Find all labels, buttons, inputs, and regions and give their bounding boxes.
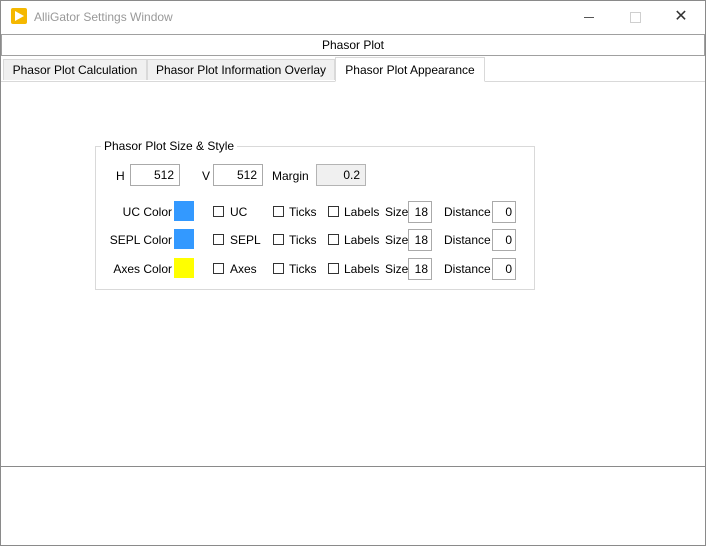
sepl-labels-checkbox[interactable] xyxy=(328,234,339,245)
section-header-phasor-plot: Phasor Plot xyxy=(1,34,705,56)
uc-checkbox-label: UC xyxy=(230,205,248,219)
alligator-app-icon xyxy=(11,8,27,24)
uc-size-label: Size xyxy=(385,205,409,219)
v-label: V xyxy=(202,169,211,183)
sepl-distance-input[interactable]: 0 xyxy=(492,229,516,251)
title-bar[interactable]: AlliGator Settings Window ✕ xyxy=(1,1,705,33)
sepl-size-input[interactable]: 18 xyxy=(408,229,432,251)
uc-checkbox[interactable] xyxy=(213,206,224,217)
window-title: AlliGator Settings Window xyxy=(34,10,173,24)
tab-strip: Phasor Plot Calculation Phasor Plot Info… xyxy=(1,57,705,82)
settings-window: AlliGator Settings Window ✕ Phasor Plot … xyxy=(0,0,706,546)
axes-ticks-checkbox[interactable] xyxy=(273,263,284,274)
minimize-icon xyxy=(584,16,594,18)
uc-color-label: UC Color xyxy=(122,205,172,219)
sepl-color-label: SEPL Color xyxy=(109,233,172,247)
sepl-checkbox-label: SEPL xyxy=(230,233,261,247)
uc-ticks-label: Ticks xyxy=(289,205,317,219)
margin-label: Margin xyxy=(272,169,309,183)
uc-size-input[interactable]: 18 xyxy=(408,201,432,223)
axes-distance-input[interactable]: 0 xyxy=(492,258,516,280)
panel-divider xyxy=(1,466,705,467)
axes-ticks-label: Ticks xyxy=(289,262,317,276)
minimize-button[interactable] xyxy=(566,1,612,33)
tab-label: Phasor Plot Appearance xyxy=(345,62,475,77)
axes-checkbox-label: Axes xyxy=(230,262,257,276)
close-button[interactable]: ✕ xyxy=(658,1,704,33)
tab-label: Phasor Plot Calculation xyxy=(12,63,138,77)
h-size-input[interactable]: 512 xyxy=(130,164,180,186)
uc-labels-label: Labels xyxy=(344,205,380,219)
h-label: H xyxy=(116,169,125,183)
uc-labels-checkbox[interactable] xyxy=(328,206,339,217)
close-icon: ✕ xyxy=(674,8,688,25)
tab-label: Phasor Plot Information Overlay xyxy=(155,63,327,77)
tab-phasor-plot-calculation[interactable]: Phasor Plot Calculation xyxy=(3,59,147,80)
axes-checkbox[interactable] xyxy=(213,263,224,274)
sepl-ticks-label: Ticks xyxy=(289,233,317,247)
section-header-label: Phasor Plot xyxy=(321,38,385,52)
axes-color-label: Axes Color xyxy=(113,262,172,276)
maximize-button[interactable] xyxy=(612,1,658,33)
sepl-distance-label: Distance xyxy=(444,233,491,247)
uc-distance-label: Distance xyxy=(444,205,491,219)
sepl-size-label: Size xyxy=(385,233,409,247)
axes-distance-label: Distance xyxy=(444,262,491,276)
maximize-icon xyxy=(629,11,641,23)
sepl-labels-label: Labels xyxy=(344,233,380,247)
v-size-input[interactable]: 512 xyxy=(213,164,263,186)
tab-phasor-plot-appearance[interactable]: Phasor Plot Appearance xyxy=(335,57,485,82)
margin-input[interactable]: 0.2 xyxy=(316,164,366,186)
sepl-color-swatch[interactable] xyxy=(174,229,194,249)
tab-phasor-plot-information-overlay[interactable]: Phasor Plot Information Overlay xyxy=(147,59,335,80)
uc-distance-input[interactable]: 0 xyxy=(492,201,516,223)
axes-size-label: Size xyxy=(385,262,409,276)
axes-color-swatch[interactable] xyxy=(174,258,194,278)
axes-labels-checkbox[interactable] xyxy=(328,263,339,274)
groupbox-title: Phasor Plot Size & Style xyxy=(101,139,238,153)
sepl-ticks-checkbox[interactable] xyxy=(273,234,284,245)
uc-color-swatch[interactable] xyxy=(174,201,194,221)
axes-labels-label: Labels xyxy=(344,262,380,276)
sepl-checkbox[interactable] xyxy=(213,234,224,245)
uc-ticks-checkbox[interactable] xyxy=(273,206,284,217)
axes-size-input[interactable]: 18 xyxy=(408,258,432,280)
